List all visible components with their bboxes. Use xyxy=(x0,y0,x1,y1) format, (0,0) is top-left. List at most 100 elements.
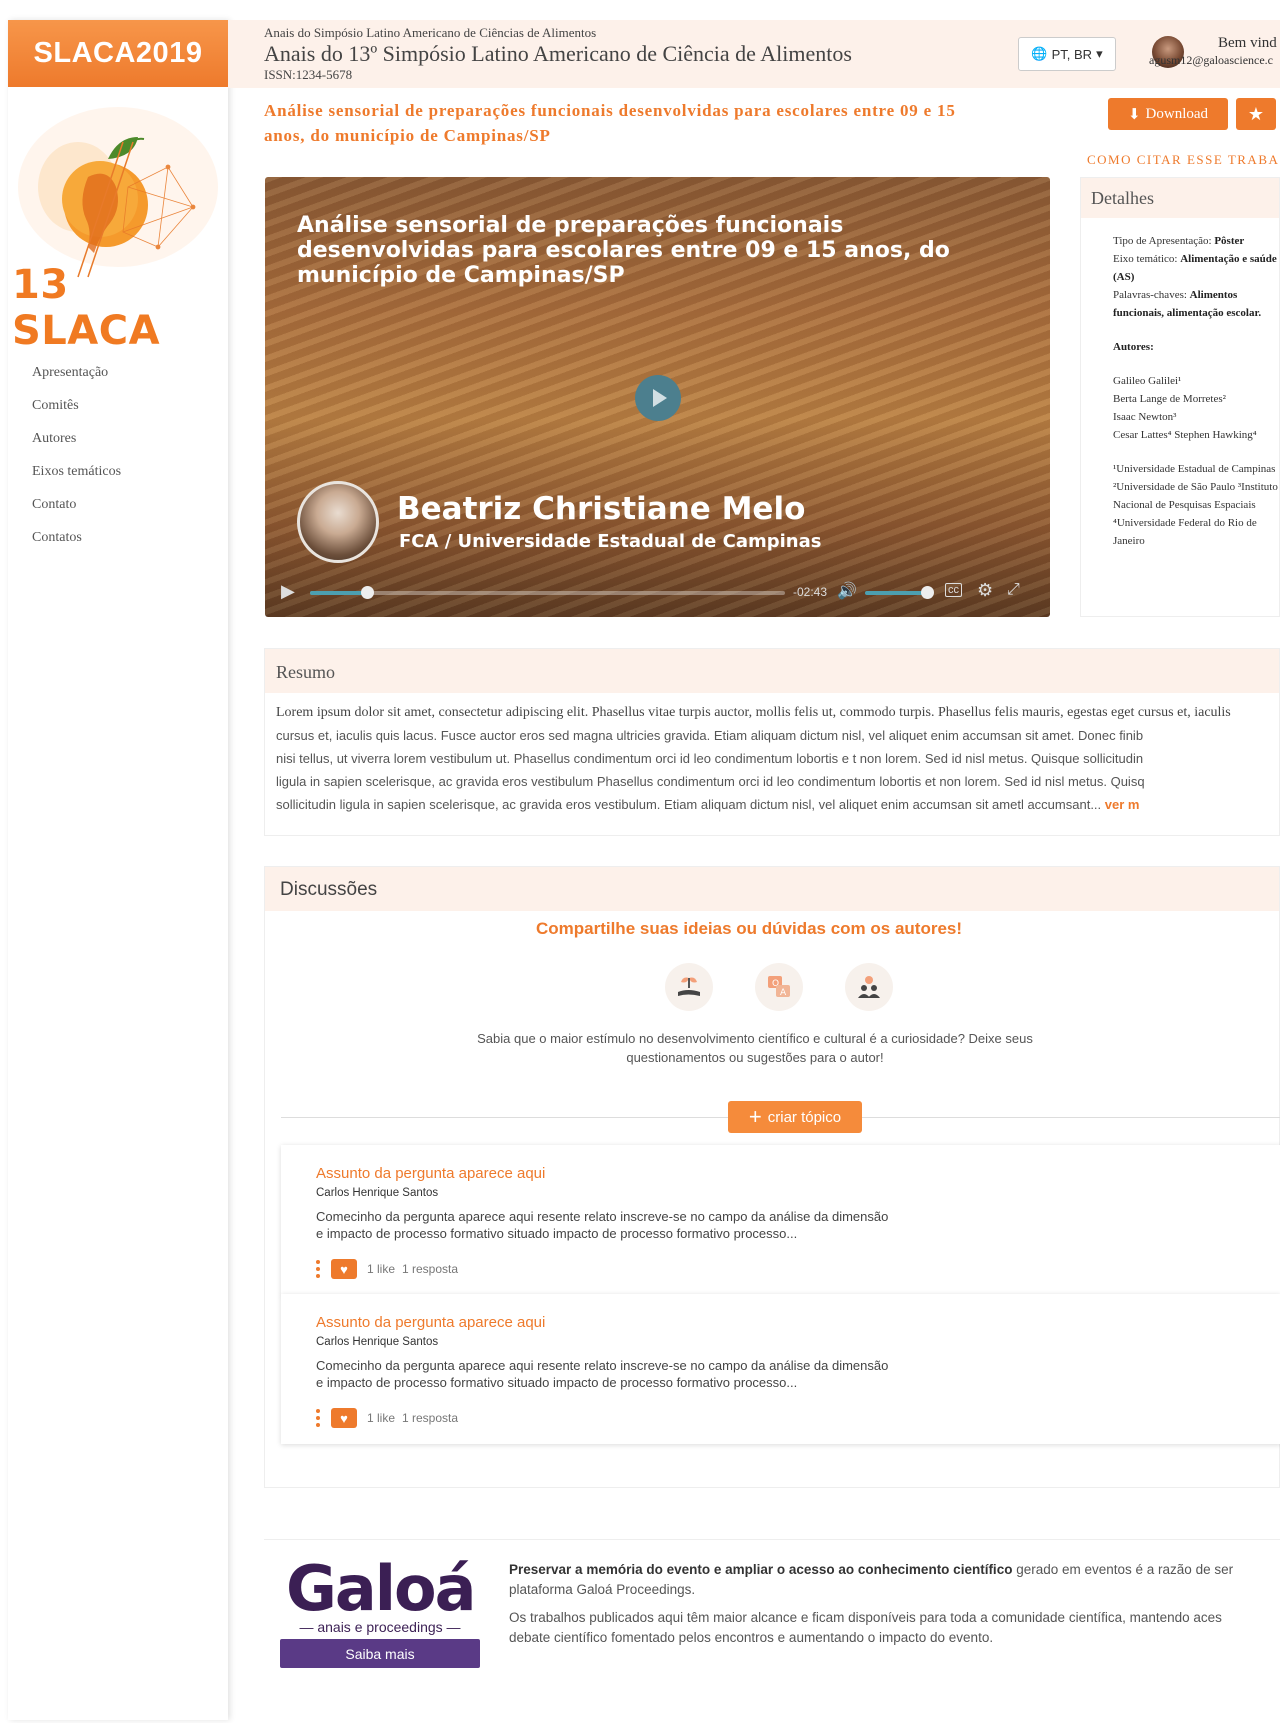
language-selector[interactable]: 🌐 PT, BR ▾ xyxy=(1018,37,1116,71)
progress-fill xyxy=(310,591,367,595)
topic-title[interactable]: Assunto da pergunta aparece aqui xyxy=(316,1165,545,1182)
progress-bar[interactable] xyxy=(310,586,785,599)
author-item: Berta Lange de Morretes² xyxy=(1113,393,1226,405)
author-item: Cesar Lattes⁴ Stephen Hawking⁴ xyxy=(1113,429,1257,441)
author-item: Galileo Galilei¹ xyxy=(1113,375,1182,387)
footer-paragraph-1: Preservar a memória do evento e ampliar … xyxy=(509,1562,1234,1577)
sidebar-item-autores[interactable]: Autores xyxy=(32,422,121,455)
discussions-cta: Compartilhe suas ideias ou dúvidas com o… xyxy=(535,919,963,938)
svg-text:A: A xyxy=(780,988,787,998)
sidebar-item-apresentacao[interactable]: Apresentação xyxy=(32,356,121,389)
like-button[interactable]: ♥ xyxy=(331,1408,357,1428)
galoa-logo: Galoá xyxy=(286,1552,476,1625)
issn: ISSN:1234-5678 xyxy=(264,67,353,82)
sidebar-item-eixos-tematicos[interactable]: Eixos temáticos xyxy=(32,455,121,488)
welcome-text: Bem vind xyxy=(1218,35,1277,51)
keywords: Palavras-chaves: Alimentos funcionais, a… xyxy=(1113,289,1262,319)
more-options-icon[interactable] xyxy=(316,1260,320,1278)
plant-hand-icon xyxy=(665,963,713,1011)
brand-name: SLACA2019 xyxy=(33,37,203,69)
details-body: Tipo de Apresentação: Pôster Eixo temáti… xyxy=(1081,218,1279,550)
presenter-photo xyxy=(297,481,379,563)
download-label: Download xyxy=(1145,105,1209,122)
topic-card[interactable]: Assunto da pergunta aparece aqui Carlos … xyxy=(281,1145,1280,1295)
download-icon: ⬇ xyxy=(1127,106,1141,123)
video-title: Análise sensorial de preparações funcion… xyxy=(297,213,950,288)
footer-paragraph-1-line-2: plataforma Galoá Proceedings. xyxy=(509,1582,696,1597)
abstract-line: Lorem ipsum dolor sit amet, consectetur … xyxy=(276,705,1231,720)
abstract-line: ligula in sapien scelerisque, ac gravida… xyxy=(276,774,1145,789)
topic-likes: 1 like xyxy=(367,1262,396,1276)
sidebar-item-contato[interactable]: Contato xyxy=(32,488,121,521)
fullscreen-icon[interactable]: ⤢ xyxy=(1007,581,1020,599)
orange-globe-icon xyxy=(18,107,218,278)
presentation-type: Tipo de Apresentação: Pôster xyxy=(1113,235,1245,247)
qa-icon: QA xyxy=(755,963,803,1011)
galoa-logo-subtitle: — anais e proceedings — xyxy=(299,1619,461,1635)
play-icon[interactable]: ▶ xyxy=(281,581,295,602)
settings-gear-icon[interactable]: ⚙ xyxy=(977,580,993,601)
proceedings-name: Anais do Simpósio Latino Americano de Ci… xyxy=(264,25,597,40)
create-topic-label: criar tópico xyxy=(767,1108,842,1126)
abstract-line: sollicitudin ligula in sapien scelerisqu… xyxy=(276,797,1140,812)
create-topic-button[interactable]: + criar tópico xyxy=(728,1101,862,1133)
sidebar: SLACA2019 13 SLACA Apresentação Comitês … xyxy=(8,20,228,1720)
play-overlay-button[interactable] xyxy=(635,375,681,421)
user-email[interactable]: agusm12@galoascience.c xyxy=(1149,53,1273,68)
sidebar-item-contatos[interactable]: Contatos xyxy=(32,521,121,554)
footer-text: Preservar a memória do evento e ampliar … xyxy=(509,1560,1280,1648)
cite-link[interactable]: COMO CITAR ESSE TRABA xyxy=(1087,152,1279,168)
volume-knob[interactable] xyxy=(921,586,934,599)
abstract-line: cursus et, iaculis quis lacus. Fusce auc… xyxy=(276,728,1144,743)
event-logo-text: 13 SLACA xyxy=(12,262,161,354)
people-icon xyxy=(845,963,893,1011)
author-item: Isaac Newton³ xyxy=(1113,411,1177,423)
globe-icon: 🌐 xyxy=(1031,46,1048,61)
volume-slider[interactable] xyxy=(865,591,925,595)
affiliations: ¹Universidade Estadual de Campinas ²Univ… xyxy=(1113,463,1278,547)
plus-icon: + xyxy=(748,1104,762,1129)
saiba-mais-button[interactable]: Saiba mais xyxy=(280,1639,480,1668)
topic-title[interactable]: Assunto da pergunta aparece aqui xyxy=(316,1314,545,1331)
read-more-link[interactable]: ver m xyxy=(1105,797,1140,812)
presenter-affiliation: FCA / Universidade Estadual de Campinas xyxy=(399,531,822,552)
caret-down-icon: ▾ xyxy=(1096,46,1103,61)
topic-body: Comecinho da pergunta aparece aqui resen… xyxy=(316,1358,889,1390)
event-logo: 13 SLACA xyxy=(8,87,228,354)
proceedings-title: Anais do 13º Simpósio Latino Americano d… xyxy=(264,41,852,66)
sidebar-item-comites[interactable]: Comitês xyxy=(32,389,121,422)
captions-icon[interactable]: cc xyxy=(945,583,962,597)
volume-icon[interactable]: 🔊 xyxy=(837,581,857,601)
topic-author: Carlos Henrique Santos xyxy=(316,1187,439,1199)
topic-likes: 1 like xyxy=(367,1411,396,1425)
download-button[interactable]: ⬇ Download xyxy=(1108,98,1228,130)
heart-icon: ♥ xyxy=(340,1410,348,1426)
details-heading: Detalhes xyxy=(1081,178,1279,218)
abstract-heading: Resumo xyxy=(265,649,1279,693)
heart-icon: ♥ xyxy=(340,1261,348,1277)
brand-banner[interactable]: SLACA2019 xyxy=(8,20,228,87)
discussions-heading: Discussões xyxy=(265,867,1279,911)
presenter-name: Beatriz Christiane Melo xyxy=(397,491,806,527)
like-button[interactable]: ♥ xyxy=(331,1259,357,1279)
article-title: Análise sensorial de preparações funcion… xyxy=(264,101,956,145)
favorite-button[interactable]: ★ xyxy=(1236,98,1276,130)
discussions-panel: Discussões Compartilhe suas ideias ou dú… xyxy=(264,866,1280,1488)
progress-knob[interactable] xyxy=(361,586,374,599)
language-label: PT, BR xyxy=(1051,46,1093,62)
topic-body: Comecinho da pergunta aparece aqui resen… xyxy=(316,1209,889,1241)
time-remaining: -02:43 xyxy=(793,585,828,599)
details-panel: Detalhes Tipo de Apresentação: Pôster Ei… xyxy=(1080,177,1280,617)
topic-card[interactable]: Assunto da pergunta aparece aqui Carlos … xyxy=(281,1294,1280,1444)
footer-paragraph-2: Os trabalhos publicados aqui têm maior a… xyxy=(509,1610,1222,1625)
topic-replies[interactable]: 1 resposta xyxy=(402,1262,458,1276)
top-header: Anais do Simpósio Latino Americano de Ci… xyxy=(228,20,1280,88)
video-player[interactable]: Análise sensorial de preparações funcion… xyxy=(265,177,1050,617)
abstract-text: Lorem ipsum dolor sit amet, consectetur … xyxy=(265,693,1279,816)
topic-replies[interactable]: 1 resposta xyxy=(402,1411,458,1425)
sidebar-nav: Apresentação Comitês Autores Eixos temát… xyxy=(32,356,121,554)
authors-label: Autores: xyxy=(1113,341,1154,353)
footer-divider xyxy=(264,1539,1280,1540)
more-options-icon[interactable] xyxy=(316,1409,320,1427)
abstract-panel: Resumo Lorem ipsum dolor sit amet, conse… xyxy=(264,648,1280,836)
